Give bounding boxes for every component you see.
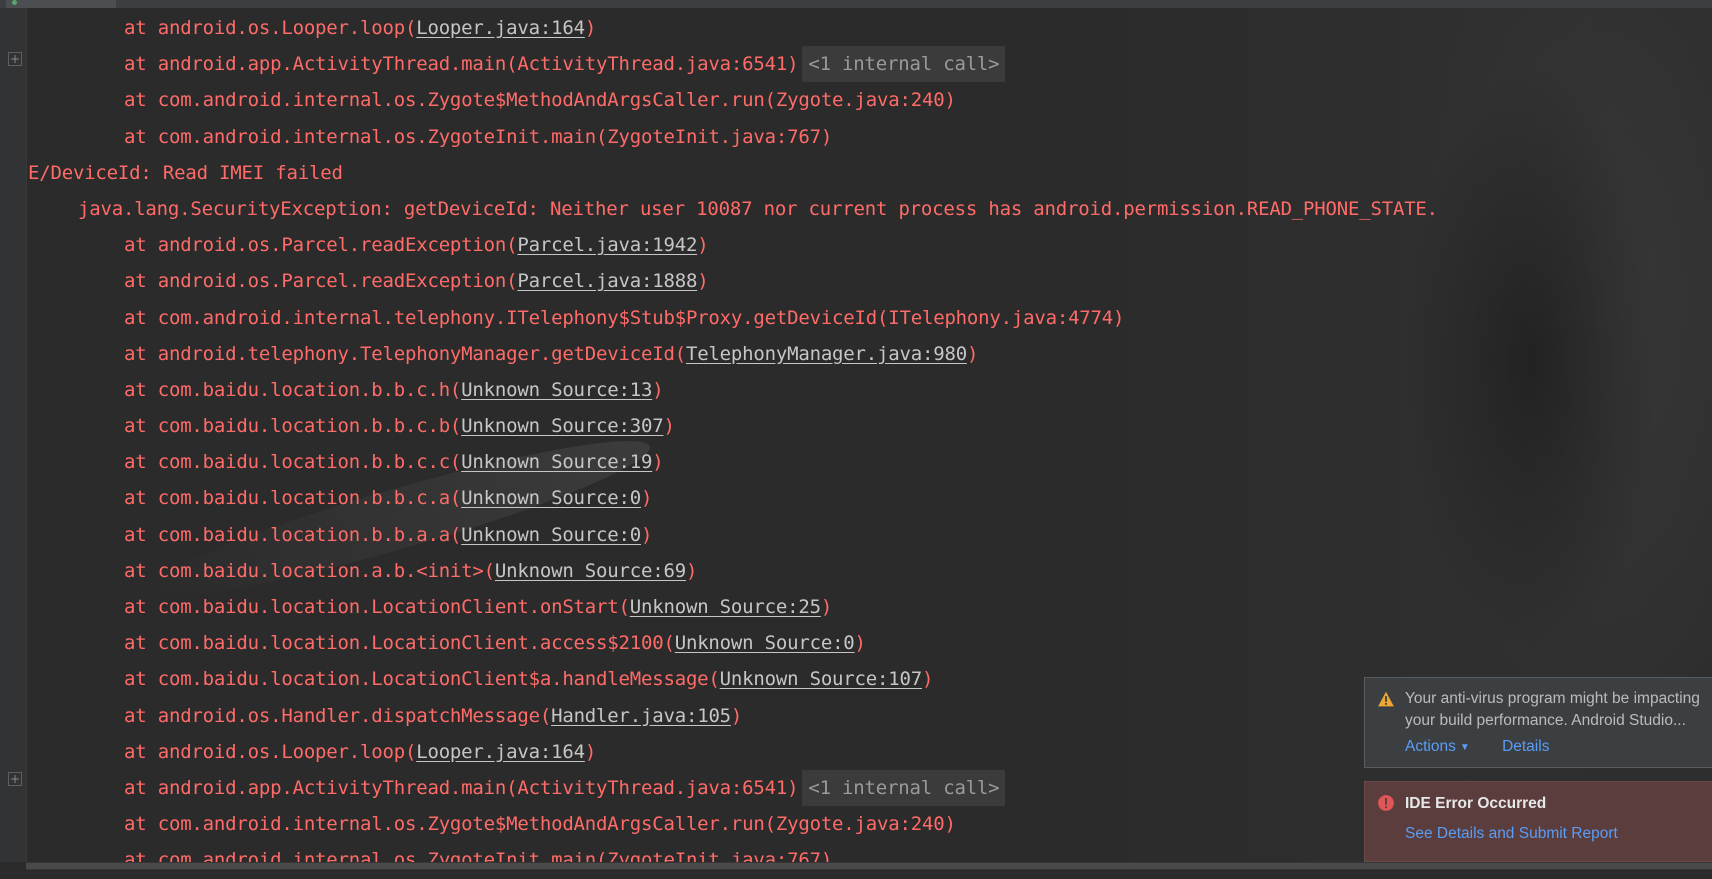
source-link[interactable]: TelephonyManager.java:980 [686, 343, 967, 365]
console-gutter: + + [0, 8, 27, 862]
log-line: at com.android.internal.os.Zygote$Method… [28, 82, 1708, 118]
source-link[interactable]: Unknown Source:25 [630, 596, 821, 618]
source-link[interactable]: Parcel.java:1942 [517, 234, 697, 256]
log-line: at com.baidu.location.b.b.a.a(Unknown So… [28, 517, 1708, 553]
log-text: at com.android.internal.os.ZygoteInit.ma… [124, 125, 833, 148]
log-text-suffix: ) [820, 596, 833, 618]
log-line: at android.telephony.TelephonyManager.ge… [28, 336, 1708, 372]
log-text: at com.baidu.location.b.b.c.c( [124, 451, 462, 474]
collapsed-frames[interactable]: <1 internal call> [802, 46, 1006, 83]
log-text: at com.baidu.location.b.b.c.h( [124, 378, 462, 401]
log-line: at com.android.internal.os.ZygoteInit.ma… [28, 119, 1708, 155]
run-indicator-icon [12, 0, 17, 5]
log-text-suffix: ) [685, 559, 698, 582]
log-text-suffix: ) [697, 234, 709, 257]
log-text: java.lang.SecurityException: getDeviceId… [78, 197, 1438, 220]
error-title: IDE Error Occurred [1405, 795, 1547, 812]
log-text-suffix: ) [966, 342, 979, 365]
log-text-suffix: ) [921, 668, 934, 691]
log-line: E/DeviceId: Read IMEI failed [28, 155, 1708, 191]
log-text-suffix: ) [697, 270, 709, 293]
log-text: at android.os.Looper.loop( [124, 17, 417, 39]
log-line: at com.baidu.location.b.b.c.h(Unknown So… [28, 372, 1708, 408]
log-text: at android.telephony.TelephonyManager.ge… [124, 342, 686, 365]
log-text: at com.baidu.location.b.b.a.a( [124, 523, 462, 546]
log-text-suffix: ) [652, 378, 664, 401]
fold-expand-icon[interactable]: + [8, 52, 22, 66]
log-line: at com.baidu.location.LocationClient.onS… [28, 589, 1708, 625]
source-link[interactable]: Unknown Source:107 [720, 668, 923, 690]
log-text-suffix: ) [584, 740, 597, 763]
source-link[interactable]: Looper.java:164 [416, 17, 585, 39]
source-link[interactable]: Looper.java:164 [416, 741, 585, 763]
log-text: at android.os.Looper.loop( [124, 740, 417, 763]
log-text-suffix: ) [854, 632, 866, 655]
warning-actions: Actions ▼ Details [1405, 738, 1549, 756]
log-text: at android.app.ActivityThread.main(Activ… [124, 776, 799, 799]
log-line: at com.baidu.location.b.b.c.c(Unknown So… [28, 444, 1708, 480]
source-link[interactable]: Unknown Source:0 [675, 632, 855, 654]
log-text-suffix: ) [652, 451, 664, 474]
log-line: at android.os.Parcel.readException(Parce… [28, 227, 1708, 263]
source-link[interactable]: Unknown Source:13 [461, 379, 652, 401]
log-text-suffix: ) [641, 487, 653, 510]
log-text: at com.baidu.location.LocationClient.acc… [124, 632, 675, 655]
source-link[interactable]: Handler.java:105 [551, 705, 731, 727]
log-line: at com.baidu.location.LocationClient.acc… [28, 625, 1708, 661]
warning-message: Your anti-virus program might be impacti… [1405, 688, 1700, 732]
log-line: at com.baidu.location.b.b.c.b(Unknown So… [28, 408, 1708, 444]
log-line: at com.android.internal.telephony.ITelep… [28, 300, 1708, 336]
log-text-suffix: ) [641, 523, 653, 546]
log-text: at android.app.ActivityThread.main(Activ… [124, 53, 799, 76]
source-link[interactable]: Unknown Source:307 [461, 415, 664, 437]
error-circle-icon [1378, 795, 1394, 811]
log-text: at com.android.internal.os.Zygote$Method… [124, 89, 956, 112]
log-text: E/DeviceId: Read IMEI failed [28, 161, 343, 184]
source-link[interactable]: Unknown Source:0 [461, 524, 641, 546]
log-text: at com.android.internal.telephony.ITelep… [124, 306, 1125, 329]
log-text: at com.baidu.location.b.b.c.a( [124, 487, 462, 510]
antivirus-warning-notification: Your anti-virus program might be impacti… [1364, 677, 1712, 768]
scrollbar-thumb[interactable] [26, 863, 1712, 869]
chevron-down-icon: ▼ [1459, 742, 1470, 753]
warning-triangle-icon [1378, 691, 1394, 707]
log-line: at com.baidu.location.b.b.c.a(Unknown So… [28, 480, 1708, 516]
log-text-suffix: ) [663, 415, 675, 438]
log-text: at com.baidu.location.LocationClient.onS… [124, 596, 630, 618]
fold-expand-icon[interactable]: + [8, 772, 22, 786]
log-text: at com.baidu.location.b.b.c.b( [124, 415, 462, 438]
source-link[interactable]: Unknown Source:0 [461, 487, 641, 509]
log-line: at com.baidu.location.a.b.<init>(Unknown… [28, 553, 1708, 589]
top-tab-strip [0, 0, 1712, 8]
log-text: at android.os.Parcel.readException( [124, 234, 518, 257]
details-link[interactable]: Details [1502, 738, 1549, 755]
source-link[interactable]: Unknown Source:19 [461, 451, 652, 473]
warning-line-2: your build performance. Android Studio..… [1405, 712, 1686, 729]
log-text: at com.baidu.location.a.b.<init>( [124, 559, 495, 582]
top-tab[interactable] [6, 0, 116, 8]
log-text: at android.os.Parcel.readException( [124, 270, 518, 293]
log-text: at android.os.Handler.dispatchMessage( [124, 704, 552, 727]
horizontal-scrollbar[interactable] [26, 862, 1712, 870]
log-text: at com.baidu.location.LocationClient$a.h… [124, 668, 720, 691]
log-line: at android.app.ActivityThread.main(Activ… [28, 46, 1708, 83]
source-link[interactable]: Unknown Source:69 [495, 560, 686, 582]
log-text: at com.android.internal.os.Zygote$Method… [124, 813, 956, 836]
log-line: java.lang.SecurityException: getDeviceId… [28, 191, 1708, 227]
log-text-suffix: ) [730, 704, 743, 727]
see-details-submit-report-link[interactable]: See Details and Submit Report [1405, 825, 1618, 843]
log-line: at android.os.Looper.loop(Looper.java:16… [28, 10, 1708, 46]
source-link[interactable]: Parcel.java:1888 [517, 270, 697, 292]
log-text-suffix: ) [584, 17, 597, 39]
ide-error-notification: IDE Error Occurred See Details and Submi… [1364, 781, 1712, 862]
warning-line-1: Your anti-virus program might be impacti… [1405, 690, 1700, 707]
actions-dropdown[interactable]: Actions ▼ [1405, 738, 1470, 755]
actions-label: Actions [1405, 738, 1456, 755]
log-line: at android.os.Parcel.readException(Parce… [28, 263, 1708, 299]
collapsed-frames[interactable]: <1 internal call> [802, 769, 1006, 807]
